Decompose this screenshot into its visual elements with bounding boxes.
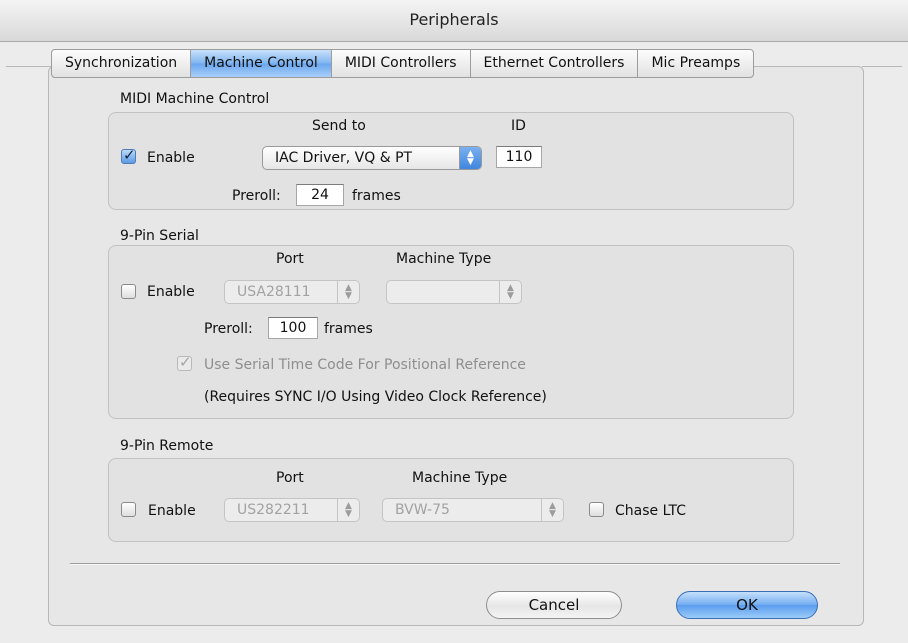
remote-machine-type-value: BVW-75: [395, 502, 450, 518]
serial-port-popup[interactable]: USA28111 ▲ ▼: [224, 280, 360, 304]
remote-machine-type-header: Machine Type: [412, 470, 508, 486]
popup-arrows-icon: ▲ ▼: [459, 147, 481, 169]
ok-button[interactable]: OK: [676, 591, 818, 619]
popup-arrows-icon: ▲ ▼: [337, 281, 359, 303]
serial-requirement-note: (Requires SYNC I/O Using Video Clock Ref…: [204, 389, 547, 405]
serial-port-header: Port: [276, 251, 304, 267]
tab-midi-controllers[interactable]: MIDI Controllers: [332, 50, 471, 77]
chase-ltc-checkbox[interactable]: [589, 502, 604, 517]
mmc-send-to-popup[interactable]: IAC Driver, VQ & PT ▲ ▼: [262, 146, 482, 170]
serial-machine-type-popup[interactable]: ▲ ▼: [386, 280, 522, 304]
mmc-group-title: MIDI Machine Control: [120, 91, 270, 107]
mmc-id-field[interactable]: 110: [496, 146, 542, 168]
mmc-frames-label: frames: [352, 188, 401, 204]
checkmark-icon: ✓: [123, 146, 136, 164]
popup-arrows-icon: ▲ ▼: [499, 281, 521, 303]
mmc-send-to-value: IAC Driver, VQ & PT: [275, 150, 413, 166]
serial-frames-label: frames: [324, 321, 373, 337]
serial-machine-type-header: Machine Type: [396, 251, 492, 267]
serial-timecode-checkbox[interactable]: ✓: [177, 353, 192, 371]
tab-bar: Synchronization Machine Control MIDI Con…: [51, 49, 755, 78]
remote-enable-label: Enable: [148, 503, 196, 519]
tab-machine-control[interactable]: Machine Control: [191, 50, 332, 77]
serial-timecode-label: Use Serial Time Code For Positional Refe…: [204, 357, 526, 373]
remote-enable-checkbox[interactable]: [121, 502, 136, 517]
buttons-divider: [70, 563, 840, 565]
cancel-button[interactable]: Cancel: [486, 591, 622, 619]
serial-preroll-field[interactable]: 100: [268, 317, 318, 339]
tab-mic-preamps[interactable]: Mic Preamps: [638, 50, 753, 77]
mmc-send-to-header: Send to: [312, 118, 366, 134]
serial-port-value: USA28111: [237, 284, 311, 300]
window-titlebar: Peripherals: [0, 0, 908, 42]
remote-port-popup[interactable]: US282211 ▲ ▼: [224, 498, 360, 522]
mmc-preroll-field[interactable]: 24: [296, 184, 344, 206]
mmc-preroll-label: Preroll:: [232, 188, 281, 204]
remote-group-title: 9-Pin Remote: [120, 438, 214, 454]
tab-ethernet-controllers[interactable]: Ethernet Controllers: [471, 50, 639, 77]
serial-preroll-label: Preroll:: [204, 321, 253, 337]
serial-group-title: 9-Pin Serial: [120, 228, 199, 244]
serial-enable-label: Enable: [147, 284, 195, 300]
remote-port-value: US282211: [237, 502, 310, 518]
mmc-enable-checkbox[interactable]: ✓: [121, 146, 136, 164]
serial-enable-checkbox[interactable]: [121, 284, 136, 299]
popup-arrows-icon: ▲ ▼: [541, 499, 563, 521]
popup-arrows-icon: ▲ ▼: [337, 499, 359, 521]
remote-port-header: Port: [276, 470, 304, 486]
tab-rule-right: [862, 66, 902, 67]
window-title: Peripherals: [409, 10, 499, 29]
mmc-enable-label: Enable: [147, 150, 195, 166]
remote-machine-type-popup[interactable]: BVW-75 ▲ ▼: [382, 498, 564, 522]
tab-rule-left: [6, 66, 52, 67]
chase-ltc-label: Chase LTC: [615, 503, 686, 519]
checkmark-icon: ✓: [179, 353, 192, 371]
tab-synchronization[interactable]: Synchronization: [52, 50, 192, 77]
mmc-id-header: ID: [511, 118, 526, 134]
